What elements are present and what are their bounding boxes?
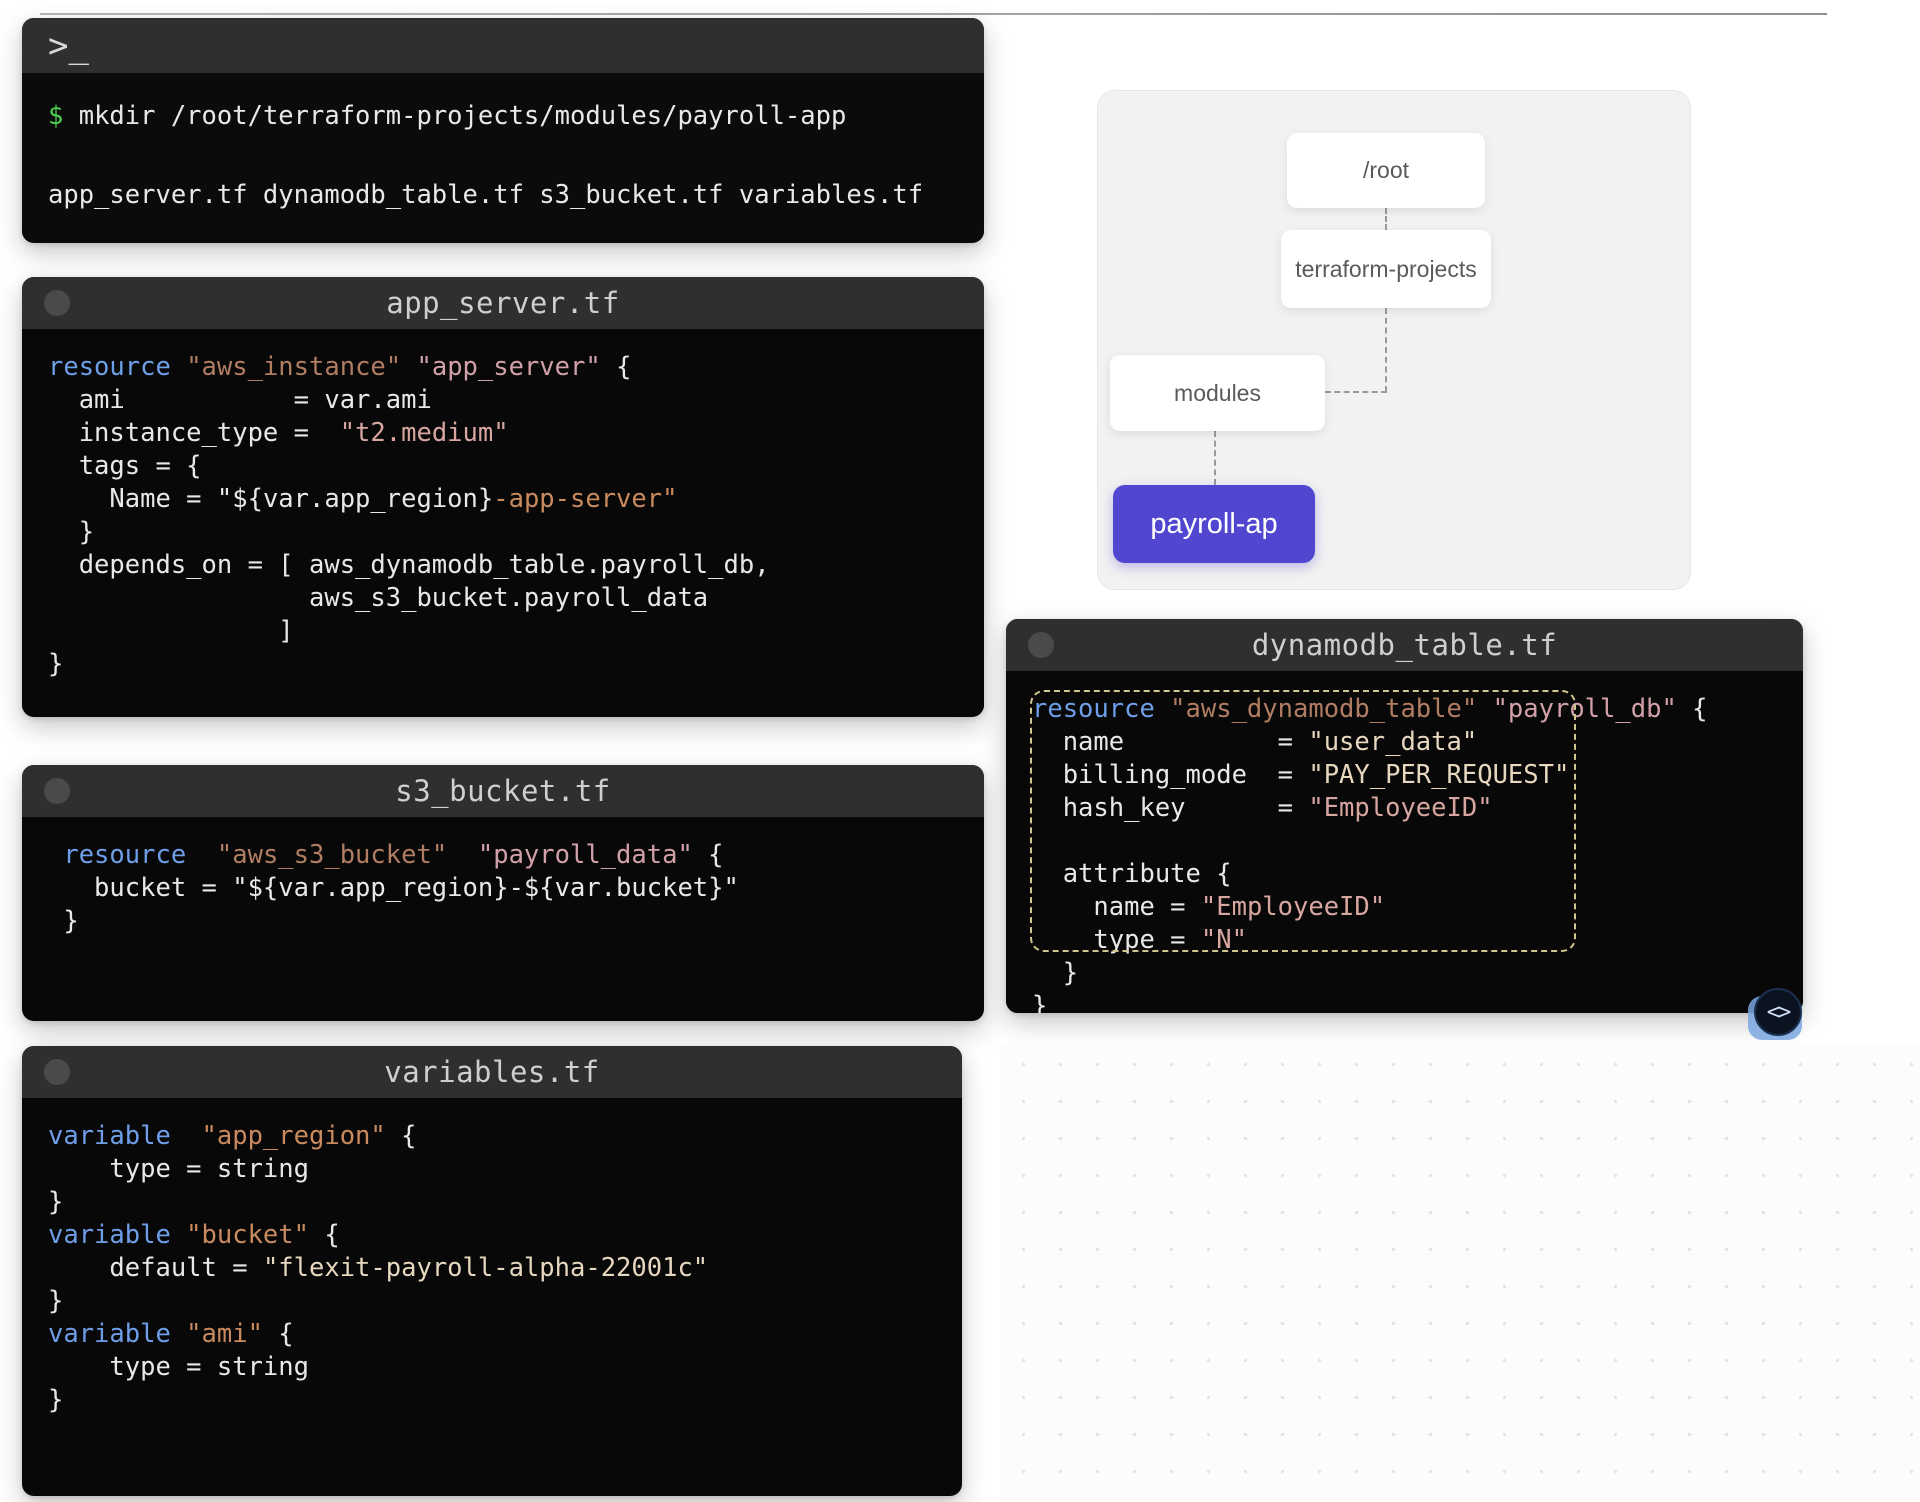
terminal-titlebar: >_ xyxy=(22,18,984,73)
window-dot-icon[interactable] xyxy=(44,778,70,804)
tree-node-terraform-projects[interactable]: terraform-projects xyxy=(1281,230,1491,308)
top-divider-rule xyxy=(40,13,1827,15)
window-dot-icon[interactable] xyxy=(44,290,70,316)
code-brackets-icon[interactable]: <> xyxy=(1748,988,1806,1046)
terminal-window[interactable]: >_ $ mkdir /root/terraform-projects/modu… xyxy=(22,18,984,243)
code-body-variables[interactable]: variable "app_region" { type = string } … xyxy=(22,1098,962,1445)
code-window-app-server[interactable]: app_server.tf resource "aws_instance" "a… xyxy=(22,277,984,717)
titlebar-variables: variables.tf xyxy=(22,1046,962,1098)
code-window-dynamodb-table[interactable]: dynamodb_table.tf resource "aws_dynamodb… xyxy=(1006,619,1803,1013)
code-window-s3-bucket[interactable]: s3_bucket.tf resource "aws_s3_bucket" "p… xyxy=(22,765,984,1021)
tree-node-modules[interactable]: modules xyxy=(1110,355,1325,431)
window-title-dynamodb-table: dynamodb_table.tf xyxy=(1251,628,1558,662)
code-body-s3-bucket[interactable]: resource "aws_s3_bucket" "payroll_data" … xyxy=(22,817,984,966)
terminal-body[interactable]: $ mkdir /root/terraform-projects/modules… xyxy=(22,73,984,240)
code-body-dynamodb-table[interactable]: resource "aws_dynamodb_table" "payroll_d… xyxy=(1006,671,1803,1013)
code-body-app-server[interactable]: resource "aws_instance" "app_server" { a… xyxy=(22,329,984,709)
tree-connector-projects-down xyxy=(1385,308,1387,392)
terminal-output: app_server.tf dynamodb_table.tf s3_bucke… xyxy=(48,180,924,211)
titlebar-dynamodb-table: dynamodb_table.tf xyxy=(1006,619,1803,671)
window-dot-icon[interactable] xyxy=(44,1059,70,1085)
terminal-dollar-sign: $ xyxy=(48,101,64,131)
titlebar-s3-bucket: s3_bucket.tf xyxy=(22,765,984,817)
tree-node-root[interactable]: /root xyxy=(1287,133,1485,208)
window-title-variables: variables.tf xyxy=(384,1055,600,1089)
terminal-command: mkdir /root/terraform-projects/modules/p… xyxy=(78,101,847,131)
code-window-variables[interactable]: variables.tf variable "app_region" { typ… xyxy=(22,1046,962,1496)
titlebar-app-server: app_server.tf xyxy=(22,277,984,329)
tree-connector-modules-to-payroll xyxy=(1214,431,1216,485)
window-dot-icon[interactable] xyxy=(1028,632,1054,658)
tree-connector-root-to-projects xyxy=(1385,208,1387,230)
window-title-app-server: app_server.tf xyxy=(386,286,620,320)
window-title-s3-bucket: s3_bucket.tf xyxy=(395,774,611,808)
tree-connector-projects-to-modules xyxy=(1325,391,1387,393)
code-icon-glyph: <> xyxy=(1754,988,1802,1036)
tree-node-payroll-app[interactable]: payroll-ap xyxy=(1113,485,1315,563)
terminal-prompt-icon: >_ xyxy=(48,25,89,66)
